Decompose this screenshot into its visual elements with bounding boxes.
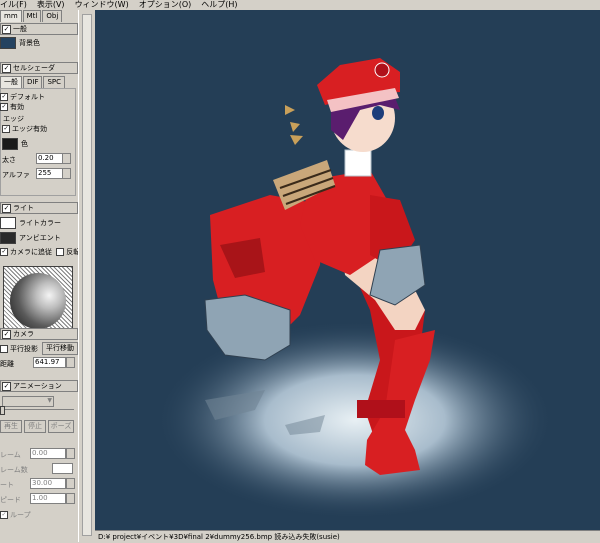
light-direction-sphere[interactable] <box>3 266 73 336</box>
section-cel-shader[interactable]: ✓ セルシェーダ <box>0 62 78 74</box>
tab-obj[interactable]: Obj <box>42 10 63 22</box>
speed-input[interactable]: 1.00 <box>30 493 66 504</box>
speed-label: ピード <box>0 496 21 504</box>
status-bar: D:¥ project¥イベント¥3D¥final 2¥dummy256.bmp… <box>95 530 600 543</box>
bg-color-row: 背景色 <box>0 37 40 49</box>
rate-input[interactable]: 30.00 <box>30 478 66 489</box>
frame-label: レーム <box>0 451 21 459</box>
follow-camera-checkbox[interactable]: ✓ <box>0 248 8 256</box>
distance-input[interactable]: 641.97 <box>33 357 66 368</box>
section-camera[interactable]: ✓ カメラ <box>0 328 78 340</box>
bg-color-swatch[interactable] <box>0 37 16 49</box>
panel-tabs: mm Mtl Obj <box>0 10 63 22</box>
light-preview-ball <box>10 273 66 329</box>
panel-scrollbar[interactable] <box>82 14 92 536</box>
alpha-input[interactable]: 255 <box>36 168 63 179</box>
play-button[interactable]: 再生 <box>0 420 22 433</box>
property-panel: mm Mtl Obj ✓ 一般 背景色 ✓ セルシェーダ 一般 DIF SPC ✓ デ… <box>0 10 78 542</box>
boot-cuff <box>357 400 405 418</box>
distance-label: 距離 <box>0 360 14 368</box>
parallel-move-button[interactable]: 平行移動 <box>42 342 78 355</box>
menu-view[interactable]: 表示(V) <box>37 0 65 10</box>
cel-tab-spc[interactable]: SPC <box>43 76 66 88</box>
light-color-swatch[interactable] <box>0 217 16 229</box>
menu-options[interactable]: オプション(O) <box>139 0 192 10</box>
tab-mtl[interactable]: Mtl <box>22 10 42 22</box>
section-general[interactable]: ✓ 一般 <box>0 23 78 35</box>
rate-spinner[interactable] <box>66 478 75 489</box>
edge-color-row: 色 <box>2 138 28 150</box>
tab-comm[interactable]: mm <box>0 10 22 22</box>
section-general-checkbox[interactable]: ✓ <box>2 24 11 34</box>
cel-tabs: 一般 DIF SPC <box>0 76 66 88</box>
eye <box>372 106 384 120</box>
speed-spinner[interactable] <box>66 493 75 504</box>
enabled-row[interactable]: ✓ 有効 <box>0 102 24 112</box>
menu-help[interactable]: ヘルプ(H) <box>201 0 237 10</box>
animation-slider-thumb[interactable] <box>0 406 5 415</box>
parallel-projection-row[interactable]: 平行投影 <box>0 344 38 354</box>
edge-enabled-checkbox[interactable]: ✓ <box>2 125 10 133</box>
ambient-color-swatch[interactable] <box>0 232 16 244</box>
frame-input[interactable]: 0.00 <box>30 448 66 459</box>
menu-bar: イル(F) 表示(V) ウィンドウ(W) オプション(O) ヘルプ(H) <box>0 0 600 10</box>
alpha-spinner[interactable] <box>62 168 71 179</box>
parallel-projection-checkbox[interactable] <box>0 345 8 353</box>
frame-spinner[interactable] <box>66 448 75 459</box>
invert-checkbox[interactable] <box>56 248 65 256</box>
animation-select[interactable]: ▼ <box>2 396 54 407</box>
alpha-label: アルファ <box>2 171 30 179</box>
edge-group-label: エッジ <box>3 115 24 123</box>
hair-spikes <box>285 105 303 145</box>
3d-viewport[interactable] <box>95 10 600 530</box>
section-light-checkbox[interactable]: ✓ <box>2 203 11 213</box>
section-light[interactable]: ✓ ライト <box>0 202 78 214</box>
cel-tab-general[interactable]: 一般 <box>0 76 22 88</box>
edge-enabled-row[interactable]: ✓ エッジ有効 <box>2 124 47 134</box>
section-animation-checkbox[interactable]: ✓ <box>2 381 11 391</box>
default-row[interactable]: ✓ デフォルト <box>0 92 45 102</box>
cel-tab-dif[interactable]: DIF <box>23 76 43 88</box>
thickness-label: 太さ <box>2 156 16 164</box>
edge-color-swatch[interactable] <box>2 138 18 150</box>
section-animation[interactable]: ✓ アニメーション <box>0 380 78 392</box>
thickness-input[interactable]: 0.20 <box>36 153 63 164</box>
frame-count-input[interactable] <box>52 463 73 474</box>
menu-file[interactable]: イル(F) <box>0 0 27 10</box>
chevron-down-icon: ▼ <box>47 397 52 404</box>
section-camera-checkbox[interactable]: ✓ <box>2 329 11 339</box>
stop-button[interactable]: 停止 <box>24 420 46 433</box>
light-color-row: ライトカラー <box>0 217 61 229</box>
hat-emblem <box>374 62 390 78</box>
enabled-checkbox[interactable]: ✓ <box>0 103 8 111</box>
ambient-row: アンビエント <box>0 232 61 244</box>
menu-window[interactable]: ウィンドウ(W) <box>75 0 129 10</box>
loop-row[interactable]: ✓ ループ <box>0 510 31 520</box>
follow-camera-row[interactable]: ✓ カメラに追従 反転 <box>0 247 78 257</box>
pause-button[interactable]: ポーズ <box>48 420 74 433</box>
loop-checkbox[interactable]: ✓ <box>0 511 8 519</box>
animation-slider-track[interactable] <box>0 409 74 410</box>
default-checkbox[interactable]: ✓ <box>0 93 8 101</box>
thickness-spinner[interactable] <box>62 153 71 164</box>
model-render <box>155 58 555 520</box>
rate-label: ート <box>0 481 14 489</box>
frame-count-label: レーム数 <box>0 466 28 474</box>
collar <box>344 149 372 177</box>
distance-spinner[interactable] <box>66 357 75 368</box>
section-cel-checkbox[interactable]: ✓ <box>2 63 11 73</box>
